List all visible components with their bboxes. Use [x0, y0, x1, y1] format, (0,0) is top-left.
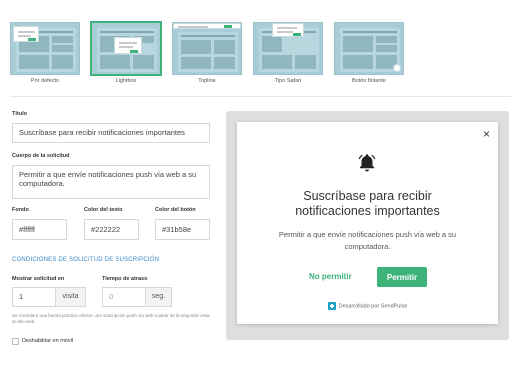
disable-mobile-checkbox[interactable]	[12, 338, 19, 345]
thumb-block	[181, 57, 211, 69]
thumb-block	[214, 40, 235, 54]
background-label: Fondo	[12, 207, 29, 213]
thumb-text	[119, 46, 133, 48]
template-topline-label: Topline	[198, 78, 216, 84]
thumb-block	[262, 36, 282, 52]
thumb-topbar	[173, 23, 241, 29]
delay-input[interactable]: 0	[102, 287, 146, 307]
thumb-block	[100, 55, 130, 69]
template-lightbox-thumbnail[interactable]	[90, 21, 162, 76]
popup-title: Suscríbase para recibir notificaciones i…	[295, 189, 440, 218]
template-floating-thumbnail[interactable]	[334, 22, 404, 75]
template-safari-label: Tipo Safari	[274, 78, 302, 84]
template-floating-label: Botón flotante	[352, 78, 386, 84]
bell-icon	[358, 154, 376, 172]
close-icon[interactable]: ×	[483, 128, 490, 140]
thumb-text	[18, 35, 31, 37]
thumb-block	[52, 36, 73, 43]
template-default[interactable]: Por defecto	[10, 22, 80, 88]
template-default-label: Por defecto	[30, 78, 60, 84]
template-floating-button[interactable]: Botón flotante	[334, 22, 404, 88]
thumb-block	[19, 55, 49, 69]
thumb-line	[343, 31, 397, 33]
template-default-thumbnail[interactable]	[10, 22, 80, 75]
thumb-page	[340, 28, 400, 72]
body-label: Cuerpo de la solicitud	[12, 153, 70, 159]
title-input[interactable]: Suscríbase para recibir notificaciones i…	[12, 123, 210, 143]
disable-mobile-label: Deshabilitar en móvil	[22, 338, 74, 344]
thumb-block	[376, 45, 397, 52]
thumb-popup	[272, 23, 304, 37]
button-color-input[interactable]: #31b58e	[155, 219, 210, 240]
deny-button[interactable]: No permitir	[309, 272, 352, 281]
best-practice-note: Se considera una buena práctica ofrecer …	[12, 313, 210, 324]
template-lightbox[interactable]: Lightbox	[90, 21, 162, 88]
text-color-label: Color del texto	[84, 207, 123, 213]
thumb-block	[343, 36, 373, 52]
thumb-popup	[114, 37, 142, 54]
thumb-page	[178, 32, 238, 72]
background-color-input[interactable]: #ffffff	[12, 219, 67, 240]
body-textarea[interactable]: Permitir a que envíe notificaciones push…	[12, 165, 210, 199]
visit-suffix: visita	[55, 287, 86, 307]
thumb-block	[181, 40, 211, 54]
thumb-block	[376, 36, 397, 43]
template-topline[interactable]: Topline	[172, 22, 242, 88]
sendpulse-logo-icon	[327, 302, 336, 310]
seconds-suffix: seg.	[145, 287, 172, 307]
thumb-block	[52, 55, 73, 69]
thumb-line	[100, 31, 154, 33]
thumb-block	[214, 57, 235, 69]
thumb-text	[277, 27, 297, 29]
template-topline-thumbnail[interactable]	[172, 22, 242, 75]
delay-label: Tiempo de atraso	[102, 276, 148, 282]
powered-by-text: Desarrollado por SendPulse	[338, 303, 408, 310]
powered-by: Desarrollado por SendPulse	[237, 302, 498, 310]
template-selector: Por defecto Lightbox Topline Tipo Safari…	[10, 21, 410, 88]
thumb-popup	[13, 26, 39, 42]
thumb-button	[293, 33, 301, 36]
popup-body: Permitir a que envíe notificaciones push…	[278, 230, 457, 251]
template-lightbox-label: Lightbox	[115, 78, 137, 84]
button-color-label: Color del botón	[155, 207, 196, 213]
template-safari-thumbnail[interactable]	[253, 22, 323, 75]
thumb-block	[133, 55, 154, 69]
thumb-button	[130, 50, 138, 53]
thumb-text	[18, 31, 35, 33]
conditions-section-title: CONDICIONES DE SOLICITUD DE SUSCRIPCIÓN	[12, 257, 160, 263]
title-label: Título	[12, 111, 27, 117]
thumb-block	[343, 55, 373, 69]
thumb-block	[295, 55, 316, 69]
template-safari[interactable]: Tipo Safari	[253, 22, 323, 88]
thumb-button	[28, 38, 36, 41]
thumb-floating-dot	[393, 64, 401, 72]
thumb-text	[119, 42, 137, 44]
allow-button[interactable]: Permitir	[377, 267, 427, 287]
show-on-visit-input[interactable]: 1	[12, 287, 56, 307]
text-color-input[interactable]: #222222	[84, 219, 139, 240]
thumb-block	[262, 55, 292, 69]
subscription-popup-preview: × Suscríbase para recibir notificaciones…	[237, 122, 498, 324]
thumb-block	[52, 45, 73, 52]
thumb-line	[181, 35, 235, 37]
thumb-button	[224, 25, 232, 28]
thumb-text	[178, 26, 208, 28]
show-on-label: Mostrar solicitud en	[12, 276, 65, 282]
divider	[10, 96, 511, 97]
thumb-text	[277, 31, 293, 33]
